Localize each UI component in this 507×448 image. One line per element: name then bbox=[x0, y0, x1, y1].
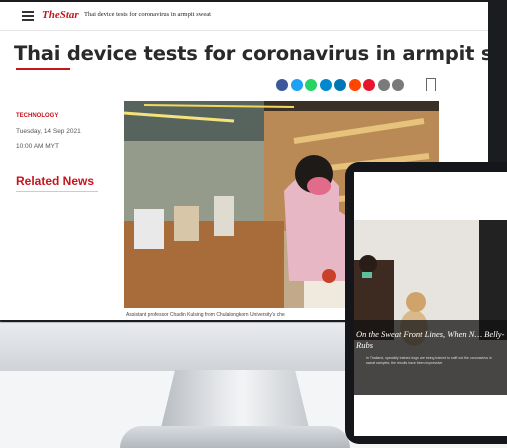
weibo-icon[interactable] bbox=[363, 79, 375, 91]
whatsapp-icon[interactable] bbox=[305, 79, 317, 91]
facebook-icon[interactable] bbox=[276, 79, 288, 91]
tablet-scene bbox=[354, 220, 507, 395]
article-category[interactable]: TECHNOLOGY bbox=[16, 113, 58, 119]
related-divider bbox=[16, 191, 98, 192]
reddit-icon[interactable] bbox=[348, 79, 361, 91]
bookmark-icon[interactable] bbox=[426, 78, 436, 91]
telegram-icon[interactable] bbox=[319, 79, 332, 91]
monitor-base bbox=[120, 426, 350, 448]
tablet-photo bbox=[354, 220, 507, 395]
site-logo[interactable]: TheStar bbox=[42, 9, 79, 21]
article-date: Tuesday, 14 Sep 2021 bbox=[16, 128, 81, 135]
tablet-headline[interactable]: On the Sweat Front Lines, When N… Belly-… bbox=[356, 329, 506, 351]
photo-caption: Assistant professor Chadin Kulsing from … bbox=[126, 312, 285, 318]
twitter-icon[interactable] bbox=[290, 79, 303, 91]
linkedin-icon[interactable] bbox=[334, 79, 346, 91]
menu-icon[interactable] bbox=[22, 11, 34, 21]
site-header: TheStar Thai device tests for coronaviru… bbox=[0, 2, 488, 31]
article-time: 10:00 AM MYT bbox=[16, 143, 59, 150]
email-icon[interactable] bbox=[377, 79, 390, 91]
related-news-heading: Related News bbox=[16, 174, 95, 188]
header-article-title: Thai device tests for coronavirus in arm… bbox=[84, 11, 211, 18]
title-underline bbox=[16, 68, 70, 70]
monitor-stand bbox=[160, 370, 310, 432]
print-icon[interactable] bbox=[392, 79, 404, 91]
article-title: Thai device tests for coronavirus in arm… bbox=[14, 42, 488, 65]
tablet-subtext: In Thailand, specially trained dogs are … bbox=[366, 356, 492, 365]
